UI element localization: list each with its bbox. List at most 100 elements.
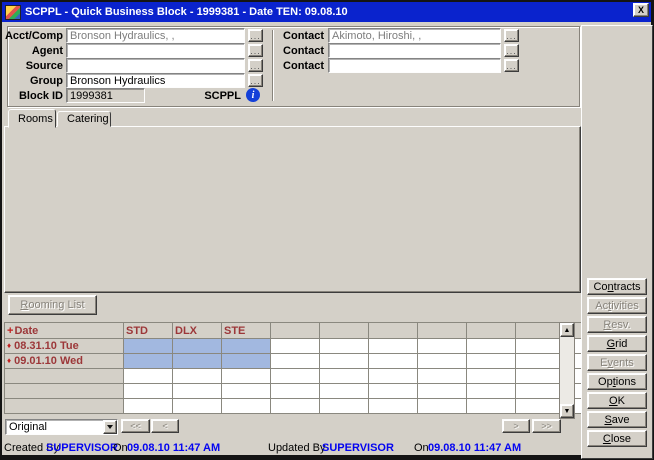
grid-row-3[interactable] [5, 384, 614, 399]
grid-cell[interactable] [418, 369, 467, 384]
grid-cell[interactable] [320, 384, 369, 399]
grid-cell[interactable] [124, 399, 173, 414]
acct-comp-ellipsis-button[interactable]: ... [248, 29, 263, 42]
group-ellipsis-button[interactable]: ... [248, 74, 263, 87]
view-combobox[interactable]: Original [5, 419, 118, 435]
grid-date-cell[interactable] [5, 384, 124, 399]
grid-date-cell[interactable] [5, 369, 124, 384]
grid-cell[interactable] [271, 354, 320, 369]
contracts-button[interactable]: Contracts [587, 278, 647, 295]
close-button[interactable]: Close [587, 430, 647, 447]
created-on-label: On [113, 442, 128, 454]
grid-cell[interactable] [222, 339, 271, 354]
grid-cell[interactable] [320, 339, 369, 354]
scroll-down-icon[interactable]: ▼ [560, 404, 574, 418]
grid-date-cell[interactable] [5, 399, 124, 414]
info-icon[interactable]: i [246, 88, 260, 102]
tab-catering-label: Catering [67, 113, 109, 125]
grid-cell[interactable] [467, 369, 516, 384]
room-grid[interactable]: +DateSTDDLXSTE♦08.31.10 Tue♦09.01.10 Wed [4, 322, 614, 414]
grid-cell[interactable] [320, 369, 369, 384]
grid-cell[interactable] [516, 354, 565, 369]
grid-cell[interactable] [467, 384, 516, 399]
acct-comp-field[interactable]: Bronson Hydraulics, , [66, 28, 245, 43]
grid-cell[interactable] [222, 399, 271, 414]
grid-cell[interactable] [173, 384, 222, 399]
grid-cell[interactable] [369, 354, 418, 369]
contact1-ellipsis-button[interactable]: ... [504, 29, 519, 42]
grid-cell[interactable] [369, 399, 418, 414]
contact2-field[interactable] [328, 43, 501, 58]
grid-button[interactable]: Grid [587, 335, 647, 352]
grid-cell[interactable] [271, 369, 320, 384]
window-title: SCPPL - Quick Business Block - 1999381 -… [25, 6, 348, 18]
updated-on-label: On [414, 442, 429, 454]
grid-cell[interactable] [271, 384, 320, 399]
contact3-field[interactable] [328, 58, 501, 73]
grid-cell[interactable] [222, 354, 271, 369]
grid-cell[interactable] [467, 354, 516, 369]
grid-cell[interactable] [467, 339, 516, 354]
grid-cell[interactable] [418, 384, 467, 399]
grid-cell[interactable] [222, 384, 271, 399]
grid-cell[interactable] [320, 354, 369, 369]
grid-cell[interactable] [124, 384, 173, 399]
grid-cell[interactable] [124, 354, 173, 369]
grid-cell[interactable] [516, 399, 565, 414]
grid-cell[interactable] [271, 339, 320, 354]
grid-cell[interactable] [467, 399, 516, 414]
grid-row-0[interactable]: ♦08.31.10 Tue [5, 339, 614, 354]
agent-field[interactable] [66, 43, 245, 58]
grid-cell[interactable] [369, 384, 418, 399]
close-icon[interactable]: X [633, 3, 649, 17]
grid-cell[interactable] [124, 369, 173, 384]
grid-cell[interactable] [516, 369, 565, 384]
grid-cell[interactable] [271, 399, 320, 414]
grid-cell[interactable] [418, 354, 467, 369]
grid-row-2[interactable] [5, 369, 614, 384]
grid-cell[interactable] [173, 339, 222, 354]
grid-cell[interactable] [369, 369, 418, 384]
grid-cell[interactable] [516, 384, 565, 399]
grid-cell[interactable] [369, 339, 418, 354]
grid-cell[interactable] [418, 339, 467, 354]
events-button: Events [587, 354, 647, 371]
grid-cell[interactable] [173, 369, 222, 384]
chevron-down-icon[interactable] [103, 420, 117, 434]
grid-header-row: +DateSTDDLXSTE [5, 323, 614, 339]
grid-cell[interactable] [222, 369, 271, 384]
grid-date-cell[interactable]: ♦08.31.10 Tue [5, 339, 124, 354]
source-field[interactable] [66, 58, 245, 73]
contact3-ellipsis-button[interactable]: ... [504, 59, 519, 72]
grid-row-1[interactable]: ♦09.01.10 Wed [5, 354, 614, 369]
source-label: Source [2, 60, 63, 72]
source-ellipsis-button[interactable]: ... [248, 59, 263, 72]
contact1-field[interactable]: Akimoto, Hiroshi, , [328, 28, 501, 43]
room-grid-header: +DateSTDDLXSTE [5, 323, 614, 339]
grid-cell[interactable] [173, 354, 222, 369]
room-grid-body[interactable]: ♦08.31.10 Tue♦09.01.10 Wed [5, 339, 614, 414]
save-button[interactable]: Save [587, 411, 647, 428]
grid-date-cell[interactable]: ♦09.01.10 Wed [5, 354, 124, 369]
grid-cell[interactable] [516, 339, 565, 354]
grid-cell[interactable] [418, 399, 467, 414]
contact2-ellipsis-button[interactable]: ... [504, 44, 519, 57]
tab-catering[interactable]: Catering [57, 111, 111, 127]
grid-cell[interactable] [320, 399, 369, 414]
ok-button[interactable]: OK [587, 392, 647, 409]
grid-scrollbar[interactable]: ▲ ▼ [559, 322, 575, 419]
title-bar: SCPPL - Quick Business Block - 1999381 -… [2, 2, 651, 22]
scroll-up-icon[interactable]: ▲ [560, 323, 574, 337]
options-button[interactable]: Options [587, 373, 647, 390]
grid-cell[interactable] [124, 339, 173, 354]
grid-col-header-empty-5 [320, 323, 369, 339]
tab-rooms[interactable]: Rooms [8, 109, 56, 128]
contact2-label: Contact [264, 45, 324, 57]
grid-cell[interactable] [173, 399, 222, 414]
grid-row-4[interactable] [5, 399, 614, 414]
quick-business-block-window: SCPPL - Quick Business Block - 1999381 -… [0, 0, 654, 460]
contact3-label: Contact [264, 60, 324, 72]
group-field[interactable]: Bronson Hydraulics [66, 73, 245, 88]
agent-ellipsis-button[interactable]: ... [248, 44, 263, 57]
updated-on-value: 09.08.10 11:47 AM [428, 442, 521, 454]
